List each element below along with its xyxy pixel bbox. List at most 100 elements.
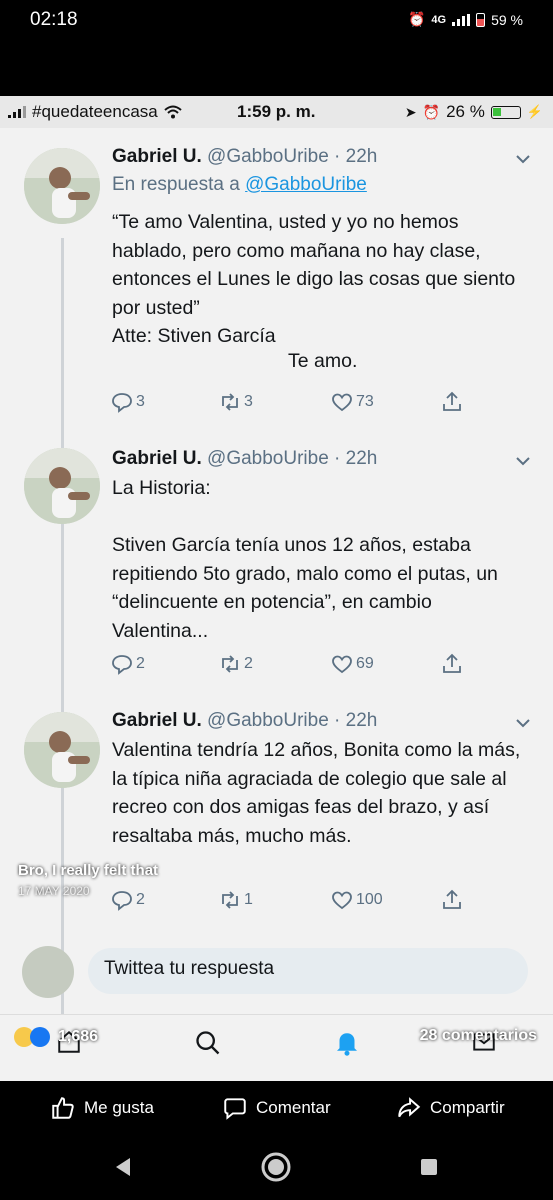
chevron-down-icon[interactable] [515, 718, 531, 728]
navigation-bar [0, 1133, 553, 1200]
signal-icon [8, 106, 26, 118]
like-count: 100 [356, 891, 383, 908]
tweet-actions: 2 2 69 [110, 652, 490, 678]
twitter-tab-bar: 1,686 28 comentarios [0, 1014, 553, 1081]
reply-placeholder: Twittea tu respuesta [104, 958, 275, 979]
share-button[interactable] [440, 652, 464, 676]
chevron-down-icon[interactable] [515, 456, 531, 466]
post-date: 17 MAY 2020 [18, 884, 90, 898]
alarm-icon: ⏰ [407, 11, 426, 27]
share-icon [443, 391, 461, 411]
reply-context: En respuesta a @GabboUribe [112, 174, 367, 195]
bell-icon[interactable] [332, 1027, 362, 1057]
battery-percent: 59 % [491, 11, 523, 28]
chevron-down-icon[interactable] [515, 154, 531, 164]
status-time: 02:18 [30, 9, 78, 30]
retweet-button[interactable]: 3 [218, 390, 253, 414]
inner-status-time: 1:59 p. m. [237, 102, 316, 121]
thumbs-up-icon [52, 1097, 74, 1119]
share-button[interactable] [440, 390, 464, 414]
retweet-button[interactable]: 2 [218, 652, 253, 676]
comments-count[interactable]: 28 comentarios [420, 1027, 537, 1045]
retweet-icon [222, 891, 238, 909]
status-bar: 02:18 ⏰ 4G 59 % [0, 0, 553, 40]
reply-button[interactable]: 3 [110, 390, 145, 414]
reply-icon [112, 393, 132, 413]
share-button[interactable] [440, 888, 464, 912]
alarm-icon: ⏰ [422, 103, 441, 120]
avatar[interactable] [24, 448, 100, 524]
reply-composer: Twittea tu respuesta [0, 934, 553, 998]
battery-icon [476, 12, 486, 27]
share-icon [443, 653, 461, 673]
tweet-text: “Te amo Valentina, usted y yo no hemos h… [112, 211, 516, 347]
retweet-icon [222, 393, 238, 411]
like-count: 73 [356, 393, 374, 410]
display-name[interactable]: Gabriel U. [112, 146, 202, 167]
handle[interactable]: @GabboUribe · 22h [207, 146, 377, 167]
tweet[interactable]: Gabriel U. @GabboUribe · 22h En respuest… [0, 138, 553, 448]
retweet-button[interactable]: 1 [218, 888, 253, 912]
share-label: Compartir [430, 1098, 505, 1117]
battery-percent: 26 % [446, 102, 485, 121]
display-name[interactable]: Gabriel U. [112, 448, 202, 469]
back-icon[interactable] [114, 1157, 132, 1177]
location-icon: ➤ [404, 103, 417, 120]
tweet-header: Gabriel U. @GabboUribe · 22h [112, 146, 377, 168]
like-button[interactable]: Me gusta [50, 1095, 154, 1121]
heart-icon [332, 655, 352, 674]
reply-icon [112, 655, 132, 675]
retweet-count: 3 [244, 393, 253, 410]
reply-button[interactable]: 2 [110, 652, 145, 676]
shared-screenshot: #quedateencasa 1:59 p. m. ➤ ⏰ 26 % ⚡ Gab… [0, 96, 553, 1081]
reply-to-link[interactable]: @GabboUribe [245, 174, 367, 195]
tweet-text: La Historia: Stiven García tenía unos 12… [112, 477, 498, 642]
reply-count: 3 [136, 393, 145, 410]
tweet-actions: 3 3 73 [110, 390, 490, 416]
search-icon[interactable] [194, 1029, 222, 1057]
tweet-actions: 2 1 100 [110, 888, 490, 914]
like-button[interactable]: 100 [330, 888, 383, 912]
wifi-icon [164, 105, 182, 119]
viewer-toolbar [0, 40, 553, 123]
carrier-name: #quedateencasa [32, 102, 158, 121]
retweet-icon [222, 655, 238, 673]
handle[interactable]: @GabboUribe · 22h [207, 710, 377, 731]
network-label: 4G [431, 13, 447, 26]
reactions-summary[interactable]: 1,686 [14, 1027, 98, 1047]
recents-icon[interactable] [420, 1158, 438, 1176]
like-reaction-icon [30, 1027, 50, 1047]
post-caption: Bro, I really felt that [18, 862, 159, 879]
reply-icon [112, 891, 132, 911]
comment-icon [224, 1098, 246, 1120]
avatar[interactable] [24, 148, 100, 224]
tweet-text-line: Te amo. [288, 350, 358, 372]
share-arrow-icon [398, 1097, 421, 1118]
signal-icon [452, 13, 471, 26]
inner-status-bar: #quedateencasa 1:59 p. m. ➤ ⏰ 26 % ⚡ [0, 96, 553, 128]
tweet-header: Gabriel U. @GabboUribe · 22h [112, 710, 377, 732]
avatar[interactable] [24, 712, 100, 788]
retweet-count: 1 [244, 891, 253, 908]
status-icons: ⏰ 4G 59 % [408, 11, 523, 28]
tweet[interactable]: Gabriel U. @GabboUribe · 22h Valentina t… [0, 706, 553, 936]
home-button-icon[interactable] [260, 1151, 292, 1183]
share-button[interactable]: Compartir [396, 1095, 505, 1121]
post-action-bar: Me gusta Comentar Compartir [0, 1081, 553, 1133]
like-label: Me gusta [84, 1098, 154, 1117]
like-count: 69 [356, 655, 374, 672]
reactions-count: 1,686 [58, 1028, 99, 1045]
tweet-header: Gabriel U. @GabboUribe · 22h [112, 448, 377, 470]
tweet[interactable]: Gabriel U. @GabboUribe · 22h La Historia… [0, 442, 553, 700]
like-button[interactable]: 69 [330, 652, 374, 676]
comment-button[interactable]: Comentar [222, 1095, 331, 1121]
tweet-text: Valentina tendría 12 años, Bonita como l… [112, 739, 526, 847]
handle[interactable]: @GabboUribe · 22h [207, 448, 377, 469]
display-name[interactable]: Gabriel U. [112, 710, 202, 731]
heart-icon [332, 891, 352, 910]
like-button[interactable]: 73 [330, 390, 374, 414]
reply-button[interactable]: 2 [110, 888, 145, 912]
share-icon [443, 889, 461, 909]
heart-icon [332, 393, 352, 412]
reply-count: 2 [136, 655, 145, 672]
